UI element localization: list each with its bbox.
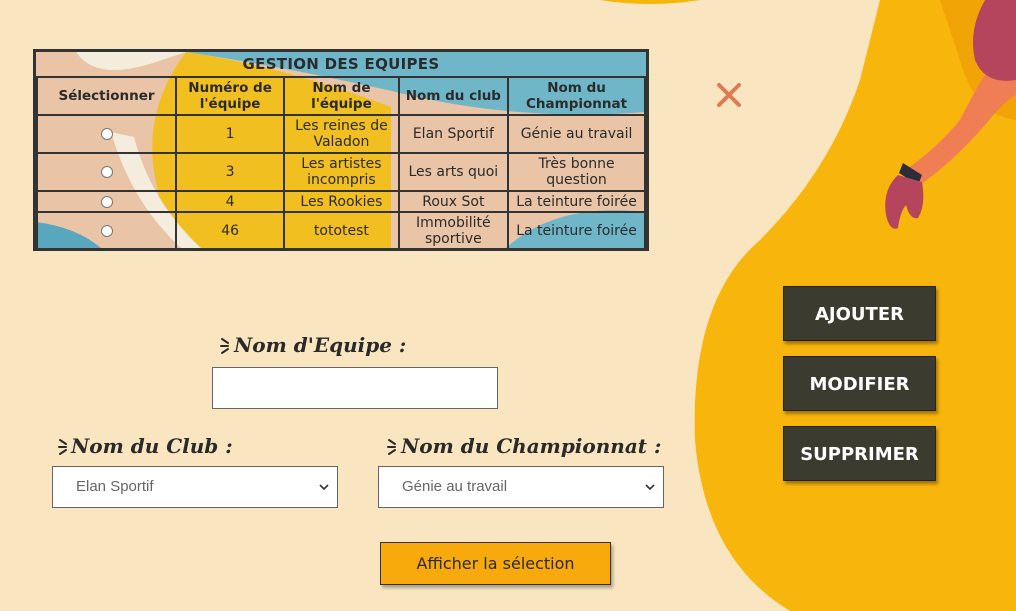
championship-select-value: Génie au travail: [402, 478, 508, 495]
table-row: 1 Les reines de Valadon Elan Sportif Gén…: [36, 114, 646, 154]
team-name-cell: Les reines de Valadon: [283, 114, 400, 154]
show-selection-button[interactable]: Afficher la sélection: [380, 542, 611, 585]
club-cell: Immobilité sportive: [397, 211, 510, 248]
club-cell: Roux Sot: [397, 190, 510, 213]
select-cell: [36, 114, 177, 154]
header-select: Sélectionner: [36, 76, 177, 116]
team-name-cell: tototest: [283, 211, 400, 248]
select-cell: [36, 152, 177, 192]
chevron-down-icon: [319, 484, 329, 491]
club-cell: Elan Sportif: [397, 114, 510, 154]
select-radio[interactable]: [100, 166, 113, 178]
team-number-cell: 1: [174, 114, 286, 154]
team-number-cell: 3: [174, 152, 286, 192]
team-name-input[interactable]: [212, 367, 498, 409]
sparkle-icon: [387, 439, 396, 455]
championship-select[interactable]: Génie au travail: [378, 466, 664, 508]
table-row: 3 Les artistes incompris Les arts quoi T…: [36, 152, 646, 192]
team-name-label: Nom d'Equipe :: [234, 333, 407, 357]
championship-cell: Génie au travail: [507, 114, 646, 154]
club-label: Nom du Club :: [71, 434, 233, 458]
team-name-cell: Les Rookies: [283, 190, 400, 213]
club-cell: Les arts quoi: [397, 152, 510, 192]
chevron-down-icon: [645, 484, 655, 491]
add-button[interactable]: AJOUTER: [783, 286, 936, 341]
header-championship: Nom du Championnat: [507, 76, 646, 116]
teams-table-container: GESTION DES EQUIPES Sélectionner Numéro …: [33, 49, 649, 251]
select-cell: [36, 211, 177, 248]
select-radio[interactable]: [100, 195, 113, 208]
table-row: 46 tototest Immobilité sportive La teint…: [36, 211, 646, 248]
club-select-value: Elan Sportif: [76, 478, 154, 495]
header-club-name: Nom du club: [397, 76, 510, 116]
championship-cell: La teinture foirée: [507, 190, 646, 213]
delete-button[interactable]: SUPPRIMER: [783, 426, 936, 481]
header-team-number: Numéro de l'équipe: [174, 76, 286, 116]
championship-cell: Très bonne question: [507, 152, 646, 192]
table-caption: GESTION DES EQUIPES: [37, 52, 645, 78]
modify-button[interactable]: MODIFIER: [783, 356, 936, 411]
select-radio[interactable]: [100, 128, 113, 140]
header-team-name: Nom de l'équipe: [283, 76, 400, 116]
select-cell: [36, 190, 177, 213]
table-row: 4 Les Rookies Roux Sot La teinture foiré…: [36, 190, 646, 213]
table-header-row: Sélectionner Numéro de l'équipe Nom de l…: [36, 76, 646, 116]
team-number-cell: 46: [174, 211, 286, 248]
championship-cell: La teinture foirée: [507, 211, 646, 248]
team-number-cell: 4: [174, 190, 286, 213]
championship-label: Nom du Championnat :: [401, 434, 662, 458]
club-select[interactable]: Elan Sportif: [52, 466, 338, 508]
select-radio[interactable]: [100, 225, 113, 237]
sparkle-icon: [220, 338, 229, 354]
team-name-cell: Les artistes incompris: [283, 152, 400, 192]
close-icon[interactable]: [714, 80, 744, 110]
teams-table: GESTION DES EQUIPES Sélectionner Numéro …: [36, 52, 646, 248]
